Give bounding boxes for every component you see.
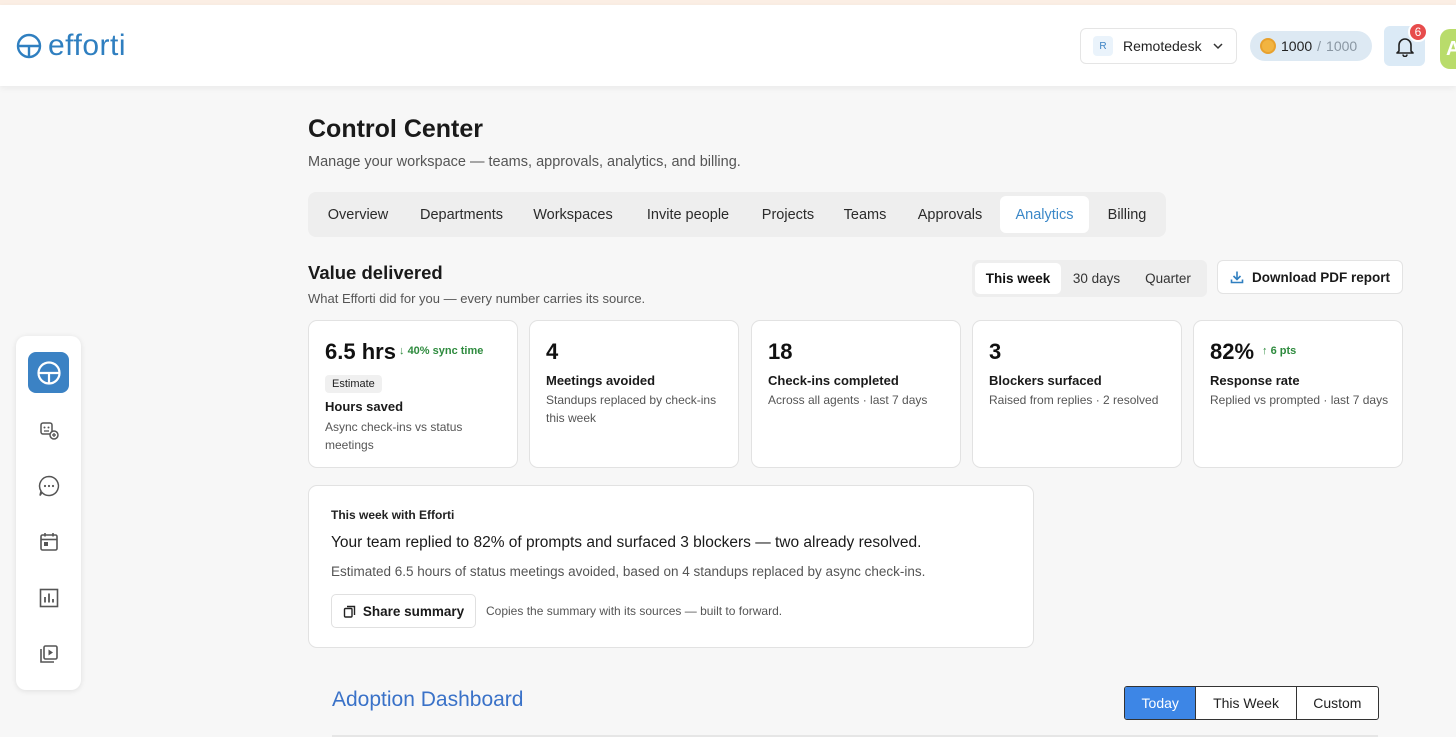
download-pdf-button[interactable]: Download PDF report [1217, 260, 1403, 294]
user-avatar[interactable]: A [1440, 29, 1456, 69]
share-summary-label: Share summary [362, 603, 465, 619]
metric-description: Standups replaced by check-ins this week [546, 393, 717, 425]
credits-total: 1000 [1326, 38, 1358, 54]
analytics-icon [39, 588, 58, 607]
metric-label: Hours saved [325, 399, 404, 414]
value-section-subtitle: What Efforti did for you — every number … [308, 291, 646, 306]
logo-text: efforti [48, 29, 126, 62]
sidebar [16, 336, 81, 690]
chat-icon [38, 475, 59, 496]
value-range-selector: This week 30 days Quarter [972, 260, 1207, 297]
tab-overview[interactable]: Overview [312, 196, 404, 233]
tab-departments[interactable]: Departments [406, 196, 517, 233]
weekly-summary-card: This week with Efforti Your team replied… [308, 485, 1034, 648]
credits-used: 1000 [1281, 38, 1313, 54]
metric-value: 18 [768, 339, 793, 364]
credits-badge[interactable]: 1000 / 1000 [1250, 31, 1372, 61]
value-section-title: Value delivered [308, 262, 443, 283]
metric-card-blockers: 3 Blockers surfaced Raised from replies … [972, 320, 1182, 468]
adoption-range-selector: Today This Week Custom [1124, 686, 1379, 720]
metric-delta: ↑ 6 pts [1262, 345, 1296, 357]
tab-invite-people[interactable]: Invite people [630, 196, 746, 233]
estimate-tag: Estimate [325, 375, 382, 393]
control-center-tabs: Overview Departments Workspaces Invite p… [308, 192, 1166, 237]
range-quarter[interactable]: Quarter [1132, 263, 1204, 294]
copy-icon [343, 605, 356, 618]
calendar-icon [39, 532, 58, 551]
range-this-week[interactable]: This week [975, 263, 1061, 294]
metric-description: Across all agents · last 7 days [768, 393, 928, 407]
range-30-days[interactable]: 30 days [1063, 263, 1130, 294]
sidebar-item-chat[interactable] [28, 465, 69, 506]
tab-approvals[interactable]: Approvals [904, 196, 996, 233]
metric-card-response-rate: 82% ↑ 6 pts Response rate Replied vs pro… [1193, 320, 1403, 468]
metric-description: Raised from replies · 2 resolved [989, 393, 1159, 407]
logo-icon [36, 360, 61, 385]
tab-billing[interactable]: Billing [1094, 196, 1160, 233]
workspace-badge: R [1093, 36, 1113, 56]
summary-detail: Estimated 6.5 hours of status meetings a… [331, 564, 926, 579]
video-library-icon [39, 644, 58, 663]
credits-separator: / [1317, 38, 1322, 54]
arrow-up-icon: ↑ [1262, 345, 1268, 357]
tab-analytics[interactable]: Analytics [1000, 196, 1089, 233]
app-logo[interactable]: efforti [16, 31, 126, 61]
metric-description: Replied vs prompted · last 7 days [1210, 393, 1389, 407]
tab-teams[interactable]: Teams [831, 196, 899, 233]
share-summary-note: Copies the summary with its sources — bu… [486, 604, 783, 618]
metric-card-meetings-avoided: 4 Meetings avoided Standups replaced by … [529, 320, 739, 468]
agents-icon [39, 421, 59, 440]
arrow-down-icon: ↓ [399, 345, 405, 357]
adoption-range-custom[interactable]: Custom [1297, 687, 1378, 719]
app-header: efforti R Remotedesk 1000 / 1000 6 A [0, 5, 1456, 86]
metric-card-hours-saved: 6.5 hrs ↓ 40% sync time Estimate Hours s… [308, 320, 518, 468]
metric-delta-text: 6 pts [1270, 345, 1297, 357]
adoption-range-today[interactable]: Today [1125, 687, 1197, 719]
adoption-dashboard-title: Adoption Dashboard [332, 688, 524, 711]
metric-value: 6.5 hrs [325, 339, 396, 364]
efforti-logo-icon [16, 33, 42, 59]
metric-label: Response rate [1210, 373, 1300, 388]
adoption-range-this-week[interactable]: This Week [1196, 687, 1297, 719]
metric-delta-text: 40% sync time [407, 345, 484, 357]
workspace-name: Remotedesk [1123, 38, 1202, 54]
page-subtitle: Manage your workspace — teams, approvals… [308, 154, 741, 170]
metric-card-check-ins: 18 Check-ins completed Across all agents… [751, 320, 961, 468]
summary-text: Your team replied to 82% of prompts and … [331, 534, 922, 551]
workspace-selector[interactable]: R Remotedesk [1080, 28, 1237, 64]
sidebar-item-agents[interactable] [28, 409, 69, 450]
metric-value: 4 [546, 339, 559, 364]
tab-workspaces[interactable]: Workspaces [521, 196, 625, 233]
download-pdf-label: Download PDF report [1252, 269, 1390, 285]
coin-icon [1260, 38, 1276, 54]
metric-label: Meetings avoided [546, 373, 656, 388]
summary-heading: This week with Efforti [331, 508, 455, 522]
page-title: Control Center [308, 115, 483, 143]
metric-label: Blockers surfaced [989, 373, 1102, 388]
download-icon [1230, 271, 1244, 284]
metric-value: 3 [989, 339, 1002, 364]
sidebar-item-videos[interactable] [28, 633, 69, 674]
metric-delta: ↓ 40% sync time [399, 345, 483, 357]
tab-projects[interactable]: Projects [750, 196, 826, 233]
metric-label: Check-ins completed [768, 373, 899, 388]
share-summary-button[interactable]: Share summary [331, 594, 476, 628]
chevron-down-icon [1213, 43, 1223, 50]
sidebar-item-calendar[interactable] [28, 521, 69, 562]
metric-value: 82% [1210, 339, 1255, 364]
sidebar-item-analytics[interactable] [28, 577, 69, 618]
sidebar-item-home[interactable] [28, 352, 69, 393]
notification-count-badge: 6 [1408, 22, 1428, 42]
metric-description: Async check-ins vs status meetings [325, 420, 463, 452]
